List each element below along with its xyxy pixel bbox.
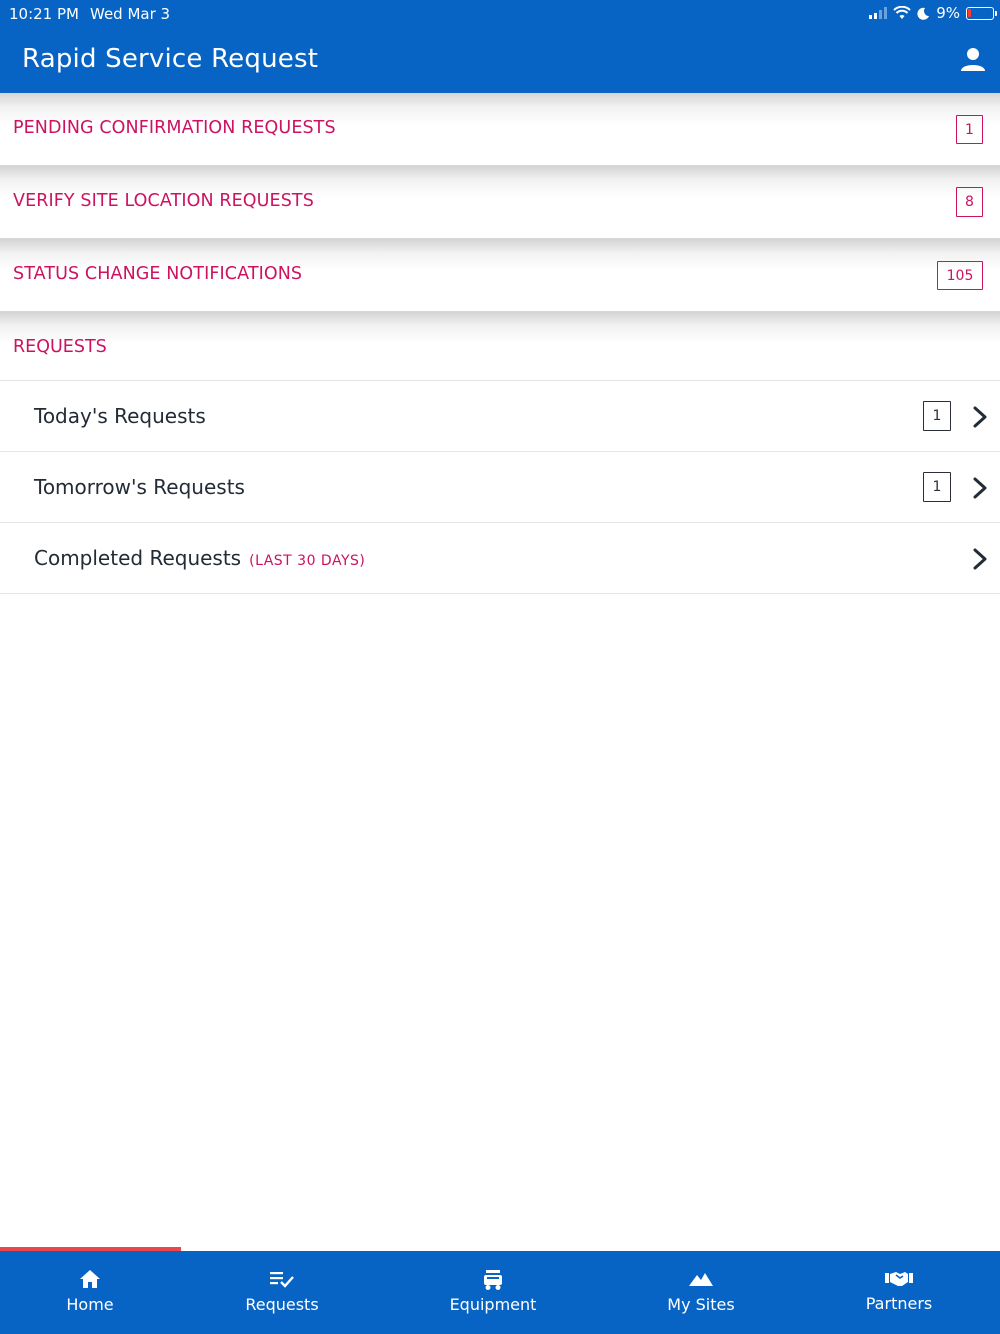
equipment-icon [484,1270,502,1290]
wifi-icon [893,6,911,19]
row-label: Today's Requests [34,404,206,428]
moon-icon [917,7,930,20]
verify-site-location-requests[interactable]: VERIFY SITE LOCATION REQUESTS 8 [0,166,1000,239]
battery-icon [966,6,997,20]
top-bar: 10:21 PM Wed Mar 3 9% Rapid Service Requ… [0,0,1000,93]
chevron-right-icon [973,548,987,570]
tab-label: My Sites [667,1295,735,1314]
count-badge: 1 [923,401,951,431]
tab-home[interactable]: Home [40,1251,140,1334]
section-title: REQUESTS [13,337,107,357]
tab-label: Home [66,1295,114,1314]
tab-equipment[interactable]: Equipment [443,1251,543,1334]
count-badge: 105 [937,261,983,290]
status-date: Wed Mar 3 [90,5,171,23]
status-time: 10:21 PM [9,5,79,23]
row-sublabel: (LAST 30 DAYS) [249,553,366,569]
count-badge: 1 [956,115,983,144]
tomorrows-requests-row[interactable]: Tomorrow's Requests 1 [0,452,1000,523]
notification-label: VERIFY SITE LOCATION REQUESTS [13,191,314,211]
status-change-notifications[interactable]: STATUS CHANGE NOTIFICATIONS 105 [0,239,1000,312]
chevron-right-icon [973,477,987,499]
page-title: Rapid Service Request [22,44,319,74]
row-label: Tomorrow's Requests [34,475,245,499]
bottom-tab-bar: Home Requests Equipment My Sites Partner… [0,1251,1000,1334]
tab-requests[interactable]: Requests [232,1251,332,1334]
person-icon[interactable] [960,46,986,72]
completed-requests-row[interactable]: Completed Requests (LAST 30 DAYS) [0,523,1000,594]
tab-label: Requests [245,1295,319,1314]
tab-label: Equipment [449,1295,537,1314]
pending-confirmation-requests[interactable]: PENDING CONFIRMATION REQUESTS 1 [0,93,1000,166]
todays-requests-row[interactable]: Today's Requests 1 [0,381,1000,452]
count-badge: 8 [956,187,983,217]
home-icon [80,1270,100,1288]
count-badge: 1 [923,472,951,502]
list-check-icon [270,1272,294,1288]
notification-label: PENDING CONFIRMATION REQUESTS [13,118,336,138]
signal-icon [869,7,888,19]
row-label-text: Completed Requests [34,546,242,570]
status-bar: 10:21 PM Wed Mar 3 9% [0,0,1000,26]
handshake-icon [885,1272,913,1286]
tab-my-sites[interactable]: My Sites [651,1251,751,1334]
row-label: Completed Requests (LAST 30 DAYS) [34,546,365,570]
status-indicators: 9% [869,4,997,22]
tab-partners[interactable]: Partners [849,1251,949,1334]
chevron-right-icon [973,406,987,428]
battery-percent: 9% [936,4,960,22]
notification-label: STATUS CHANGE NOTIFICATIONS [13,264,303,284]
tab-label: Partners [865,1294,933,1313]
mountain-icon [689,1273,713,1286]
requests-section-header: REQUESTS [0,312,1000,381]
